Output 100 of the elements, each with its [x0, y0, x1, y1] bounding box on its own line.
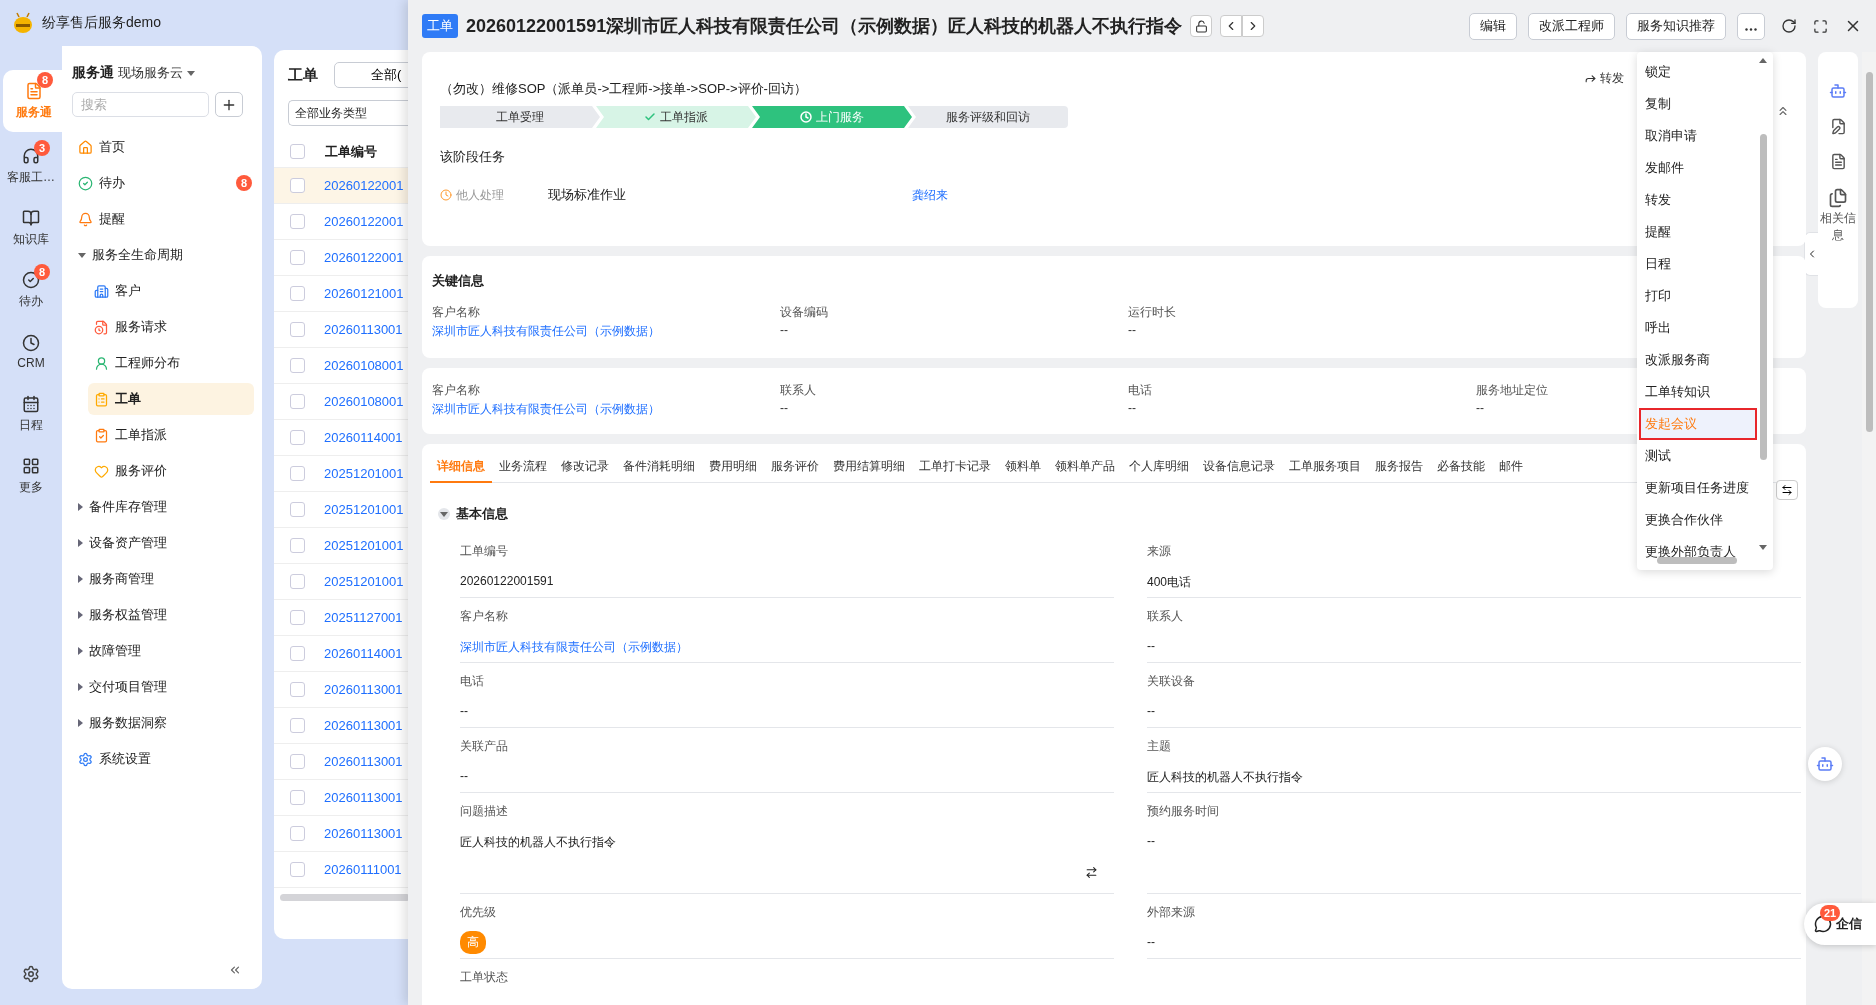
checkbox[interactable] — [290, 610, 305, 625]
checkbox[interactable] — [290, 718, 305, 733]
checkbox[interactable] — [290, 250, 305, 265]
tab[interactable]: 设备信息记录 — [1196, 452, 1282, 483]
menu-item[interactable]: 取消申请 — [1639, 120, 1757, 152]
menu-item[interactable]: 更换合作伙伴 — [1639, 504, 1757, 536]
order-link[interactable]: 20260113001 — [324, 754, 403, 769]
menu-item[interactable]: 改派服务商 — [1639, 344, 1757, 376]
scroll-up-icon[interactable] — [1759, 58, 1767, 63]
checkbox[interactable] — [290, 214, 305, 229]
nav-group[interactable]: 备件库存管理 — [89, 498, 167, 516]
robot-icon[interactable] — [1829, 82, 1847, 100]
nav-item[interactable]: 服务评价 — [88, 455, 254, 487]
stage-step[interactable]: 工单指派 — [596, 106, 756, 128]
order-link[interactable]: 20260113001 — [324, 718, 403, 733]
swap-icon[interactable] — [1085, 866, 1098, 879]
app-switcher[interactable]: 现场服务云 — [118, 64, 183, 82]
tab[interactable]: 备件消耗明细 — [616, 452, 702, 483]
checkbox[interactable] — [290, 430, 305, 445]
rail-item[interactable]: 客服工… 3 — [0, 138, 62, 194]
rail-item[interactable]: CRM — [0, 324, 62, 380]
checkbox[interactable] — [290, 502, 305, 517]
checkbox[interactable] — [290, 178, 305, 193]
scrollbar[interactable] — [280, 894, 410, 901]
menu-item[interactable]: 工单转知识 — [1639, 376, 1757, 408]
checkbox[interactable] — [290, 322, 305, 337]
customer-link[interactable]: 深圳市匠人科技有限责任公司（示例数据） — [432, 323, 660, 340]
lock-button[interactable] — [1190, 15, 1213, 37]
scroll-down-icon[interactable] — [1759, 545, 1767, 550]
table-row[interactable]: 20260122001 — [274, 168, 410, 204]
column-header[interactable]: 工单编号 — [325, 142, 377, 161]
rail-item[interactable]: 待办 8 — [0, 262, 62, 318]
menu-item[interactable]: 发邮件 — [1639, 152, 1757, 184]
tab[interactable]: 个人库明细 — [1122, 452, 1196, 483]
tab[interactable]: 必备技能 — [1430, 452, 1492, 483]
order-link[interactable]: 20251127001 — [324, 610, 403, 625]
collapse-icon[interactable] — [228, 963, 242, 977]
nav-item[interactable]: 服务请求 — [88, 311, 254, 343]
scrollbar[interactable] — [1862, 52, 1876, 1005]
side-label[interactable]: 相关信息 — [1820, 210, 1856, 244]
stage-step[interactable]: 服务评级和回访 — [908, 106, 1068, 128]
tab[interactable]: 业务流程 — [492, 452, 554, 483]
action-button[interactable]: 服务知识推荐 — [1626, 12, 1726, 40]
order-link[interactable]: 20251201001 — [324, 574, 404, 589]
order-link[interactable]: 20260113001 — [324, 322, 403, 337]
tab[interactable]: 服务评价 — [764, 452, 826, 483]
order-link[interactable]: 20260122001 — [324, 178, 404, 193]
tab[interactable]: 领料单 — [998, 452, 1048, 483]
order-link[interactable]: 20260113001 — [324, 682, 403, 697]
menu-item[interactable]: 更新项目任务进度 — [1639, 472, 1757, 504]
rail-item[interactable]: 知识库 — [0, 200, 62, 256]
nav-item[interactable]: 工单 — [88, 383, 254, 415]
tab[interactable]: 服务报告 — [1368, 452, 1430, 483]
nav-group[interactable]: 服务商管理 — [89, 570, 154, 588]
nav-group[interactable]: 设备资产管理 — [89, 534, 167, 552]
order-link[interactable]: 20260108001 — [324, 358, 404, 373]
customer-link[interactable]: 深圳市匠人科技有限责任公司（示例数据） — [432, 401, 660, 418]
tab[interactable]: 修改记录 — [554, 452, 616, 483]
edit-document-icon[interactable] — [1829, 118, 1847, 135]
chat-button[interactable]: 企信 21 — [1804, 903, 1876, 945]
caret-icon[interactable] — [78, 575, 83, 583]
order-link[interactable]: 20260111001 — [324, 862, 402, 877]
documents-icon[interactable] — [1828, 188, 1848, 208]
order-link[interactable]: 20260113001 — [324, 790, 403, 805]
caret-icon[interactable] — [78, 503, 83, 511]
menu-item[interactable]: 打印 — [1639, 280, 1757, 312]
order-link[interactable]: 20260121001 — [324, 286, 404, 301]
search-field[interactable]: 搜索 — [72, 92, 209, 117]
menu-item[interactable]: 日程 — [1639, 248, 1757, 280]
caret-icon[interactable] — [187, 70, 195, 76]
menu-item[interactable]: 锁定 — [1639, 56, 1757, 88]
more-button[interactable] — [1737, 12, 1765, 40]
collapse-icon[interactable] — [1776, 104, 1790, 118]
menu-item[interactable]: 测试 — [1639, 440, 1757, 472]
checkbox[interactable] — [290, 466, 305, 481]
settings-icon[interactable] — [22, 965, 40, 983]
checkbox[interactable] — [290, 754, 305, 769]
document-icon[interactable] — [1829, 153, 1847, 170]
scrollbar[interactable] — [1760, 134, 1767, 460]
add-button[interactable] — [215, 92, 243, 117]
next-button[interactable] — [1242, 15, 1265, 37]
checkbox[interactable] — [290, 394, 305, 409]
previous-button[interactable] — [1220, 15, 1243, 37]
nav-group[interactable]: 服务数据洞察 — [89, 714, 167, 732]
nav-item[interactable]: 工单指派 — [88, 419, 254, 451]
order-link[interactable]: 20251201001 — [324, 466, 404, 481]
nav-group[interactable]: 故障管理 — [89, 642, 141, 660]
caret-icon[interactable] — [78, 539, 83, 547]
rail-item[interactable]: 日程 — [0, 386, 62, 442]
menu-item[interactable]: 呼出 — [1639, 312, 1757, 344]
tab[interactable]: 邮件 — [1492, 452, 1530, 483]
customer-link[interactable]: 深圳市匠人科技有限责任公司（示例数据） — [460, 639, 688, 656]
checkbox[interactable] — [290, 574, 305, 589]
tab[interactable]: 费用明细 — [702, 452, 764, 483]
checkbox[interactable] — [290, 358, 305, 373]
tab[interactable]: 费用结算明细 — [826, 452, 912, 483]
rail-item[interactable]: 更多 — [0, 448, 62, 504]
order-link[interactable]: 20260114001 — [324, 646, 403, 661]
nav-item[interactable]: 提醒 — [70, 203, 254, 235]
caret-icon[interactable] — [78, 647, 83, 655]
